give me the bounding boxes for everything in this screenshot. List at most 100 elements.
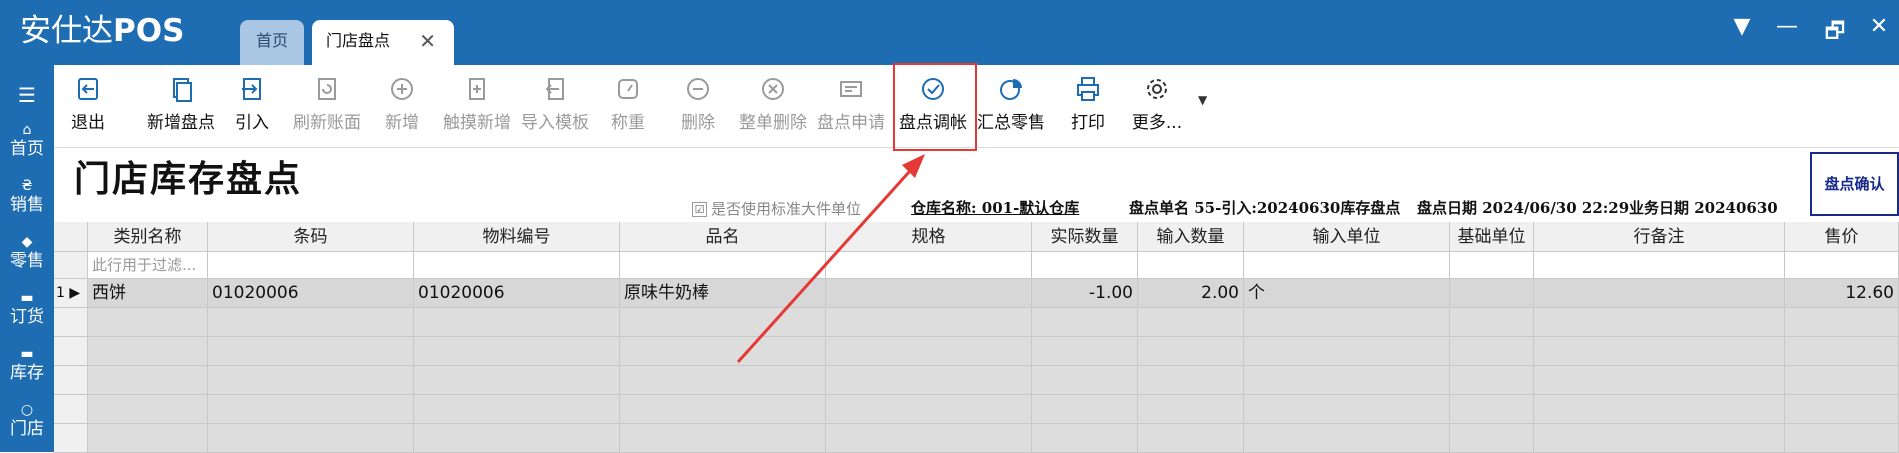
empty-cell — [208, 308, 414, 337]
cart-icon: ▬ — [20, 290, 34, 306]
empty-cell — [208, 395, 414, 424]
empty-cell — [1138, 395, 1244, 424]
menu-icon[interactable]: ☰ — [0, 83, 54, 107]
count-date: 盘点日期 2024/06/30 22:29 — [1417, 199, 1630, 217]
cell-spec[interactable] — [826, 279, 1032, 308]
filter-input[interactable] — [1138, 252, 1244, 279]
empty-cell — [1534, 337, 1785, 366]
column-header[interactable]: 规格 — [826, 222, 1032, 252]
count-confirm-button[interactable]: 盘点确认 — [1810, 152, 1899, 216]
delete-all-button[interactable]: 整单删除 — [736, 75, 810, 133]
nav-item-home[interactable]: ⌂ 首页 — [0, 122, 54, 160]
cell-remark[interactable] — [1534, 279, 1785, 308]
empty-cell — [1244, 424, 1450, 453]
row-indicator[interactable]: 1 ▶ — [54, 279, 88, 308]
empty-cell — [1244, 366, 1450, 395]
nav-item-order[interactable]: ▬ 订货 — [0, 290, 54, 328]
import-template-label: 导入模板 — [521, 113, 589, 133]
empty-cell — [1032, 395, 1138, 424]
column-header[interactable]: 售价 — [1785, 222, 1899, 252]
nav-item-inventory[interactable]: ▬ 库存 — [0, 346, 54, 384]
empty-cell — [1450, 337, 1534, 366]
column-header[interactable]: 实际数量 — [1032, 222, 1138, 252]
column-header[interactable]: 类别名称 — [88, 222, 208, 252]
filter-input[interactable] — [1450, 252, 1534, 279]
empty-cell — [1138, 308, 1244, 337]
weigh-button[interactable]: 称重 — [608, 75, 648, 133]
empty-cell — [1450, 308, 1534, 337]
x-circle-icon — [762, 78, 784, 100]
column-header[interactable]: 输入数量 — [1138, 222, 1244, 252]
tab-home[interactable]: 首页 — [240, 20, 304, 65]
import-button[interactable]: 引入 — [232, 75, 272, 133]
filter-input[interactable] — [1032, 252, 1138, 279]
filter-input[interactable] — [1244, 252, 1450, 279]
import-template-button[interactable]: 导入模板 — [518, 75, 592, 133]
nav-item-sales[interactable]: ₴ 销售 — [0, 178, 54, 216]
column-header[interactable]: 基础单位 — [1450, 222, 1534, 252]
nav-item-retail[interactable]: ◆ 零售 — [0, 234, 54, 272]
window-close-icon[interactable]: ✕ — [1862, 14, 1896, 39]
delete-all-label: 整单删除 — [739, 113, 807, 133]
close-icon[interactable]: ✕ — [419, 20, 436, 62]
filter-input[interactable] — [414, 252, 620, 279]
summary-retail-button[interactable]: 汇总零售 — [974, 75, 1048, 133]
minimize-icon[interactable]: — — [1770, 14, 1804, 39]
nav-item-label: 订货 — [10, 307, 44, 327]
filter-input[interactable]: 此行用于过滤... — [88, 252, 208, 279]
touch-add-button[interactable]: 触摸新增 — [440, 75, 514, 133]
exit-button[interactable]: 退出 — [68, 75, 108, 133]
print-label: 打印 — [1071, 113, 1105, 133]
add-button[interactable]: 新增 — [382, 75, 422, 133]
chevron-down-icon[interactable]: ▼ — [1198, 93, 1207, 107]
refresh-ledger-button[interactable]: 刷新账面 — [290, 75, 364, 133]
empty-cell — [414, 424, 620, 453]
new-count-label: 新增盘点 — [147, 113, 215, 133]
empty-cell — [1032, 308, 1138, 337]
count-apply-button[interactable]: 盘点申请 — [814, 75, 888, 133]
new-count-button[interactable]: 新增盘点 — [142, 75, 220, 133]
delete-button[interactable]: 删除 — [678, 75, 718, 133]
empty-cell — [1785, 395, 1899, 424]
dropdown-icon[interactable]: ▼ — [1725, 14, 1759, 39]
std-unit-checkbox[interactable]: ☑ 是否使用标准大件单位 — [692, 198, 861, 219]
column-header[interactable]: 输入单位 — [1244, 222, 1450, 252]
column-header[interactable]: 条码 — [208, 222, 414, 252]
filter-input[interactable] — [208, 252, 414, 279]
nav-item-label: 销售 — [10, 195, 44, 215]
cell-base-unit[interactable] — [1450, 279, 1534, 308]
nav-item-store[interactable]: ○ 门店 — [0, 402, 54, 440]
filter-input[interactable] — [1785, 252, 1899, 279]
cell-price[interactable]: 12.60 — [1785, 279, 1899, 308]
row-gutter-header — [54, 222, 88, 252]
filter-input[interactable] — [620, 252, 826, 279]
cell-material-no[interactable]: 01020006 — [414, 279, 620, 308]
row-index: 1 — [56, 285, 65, 301]
empty-cell — [414, 308, 620, 337]
empty-cell — [826, 395, 1032, 424]
cell-category[interactable]: 西饼 — [88, 279, 208, 308]
row-pointer-icon: ▶ — [69, 285, 81, 301]
print-button[interactable]: 打印 — [1068, 75, 1108, 133]
empty-cell — [414, 366, 620, 395]
empty-cell — [1785, 366, 1899, 395]
filter-input[interactable] — [826, 252, 1032, 279]
cell-product-name[interactable]: 原味牛奶棒 — [620, 279, 826, 308]
empty-cell — [88, 366, 208, 395]
business-date: 业务日期 20240630 — [1629, 199, 1778, 217]
cell-input-qty[interactable]: 2.00 — [1138, 279, 1244, 308]
highlight-box — [893, 63, 977, 151]
tab-store-count[interactable]: 门店盘点 ✕ — [312, 20, 454, 65]
empty-cell — [620, 366, 826, 395]
nav-item-label: 零售 — [10, 251, 44, 271]
cell-actual-qty[interactable]: -1.00 — [1032, 279, 1138, 308]
cell-input-unit[interactable]: 个 — [1244, 279, 1450, 308]
cell-barcode[interactable]: 01020006 — [208, 279, 414, 308]
column-header[interactable]: 物料编号 — [414, 222, 620, 252]
column-header[interactable]: 品名 — [620, 222, 826, 252]
checkbox-icon: ☑ — [692, 202, 707, 217]
filter-input[interactable] — [1534, 252, 1785, 279]
restore-icon[interactable]: 🗗 — [1818, 14, 1852, 52]
more-button[interactable]: 更多... — [1126, 75, 1188, 133]
column-header[interactable]: 行备注 — [1534, 222, 1785, 252]
